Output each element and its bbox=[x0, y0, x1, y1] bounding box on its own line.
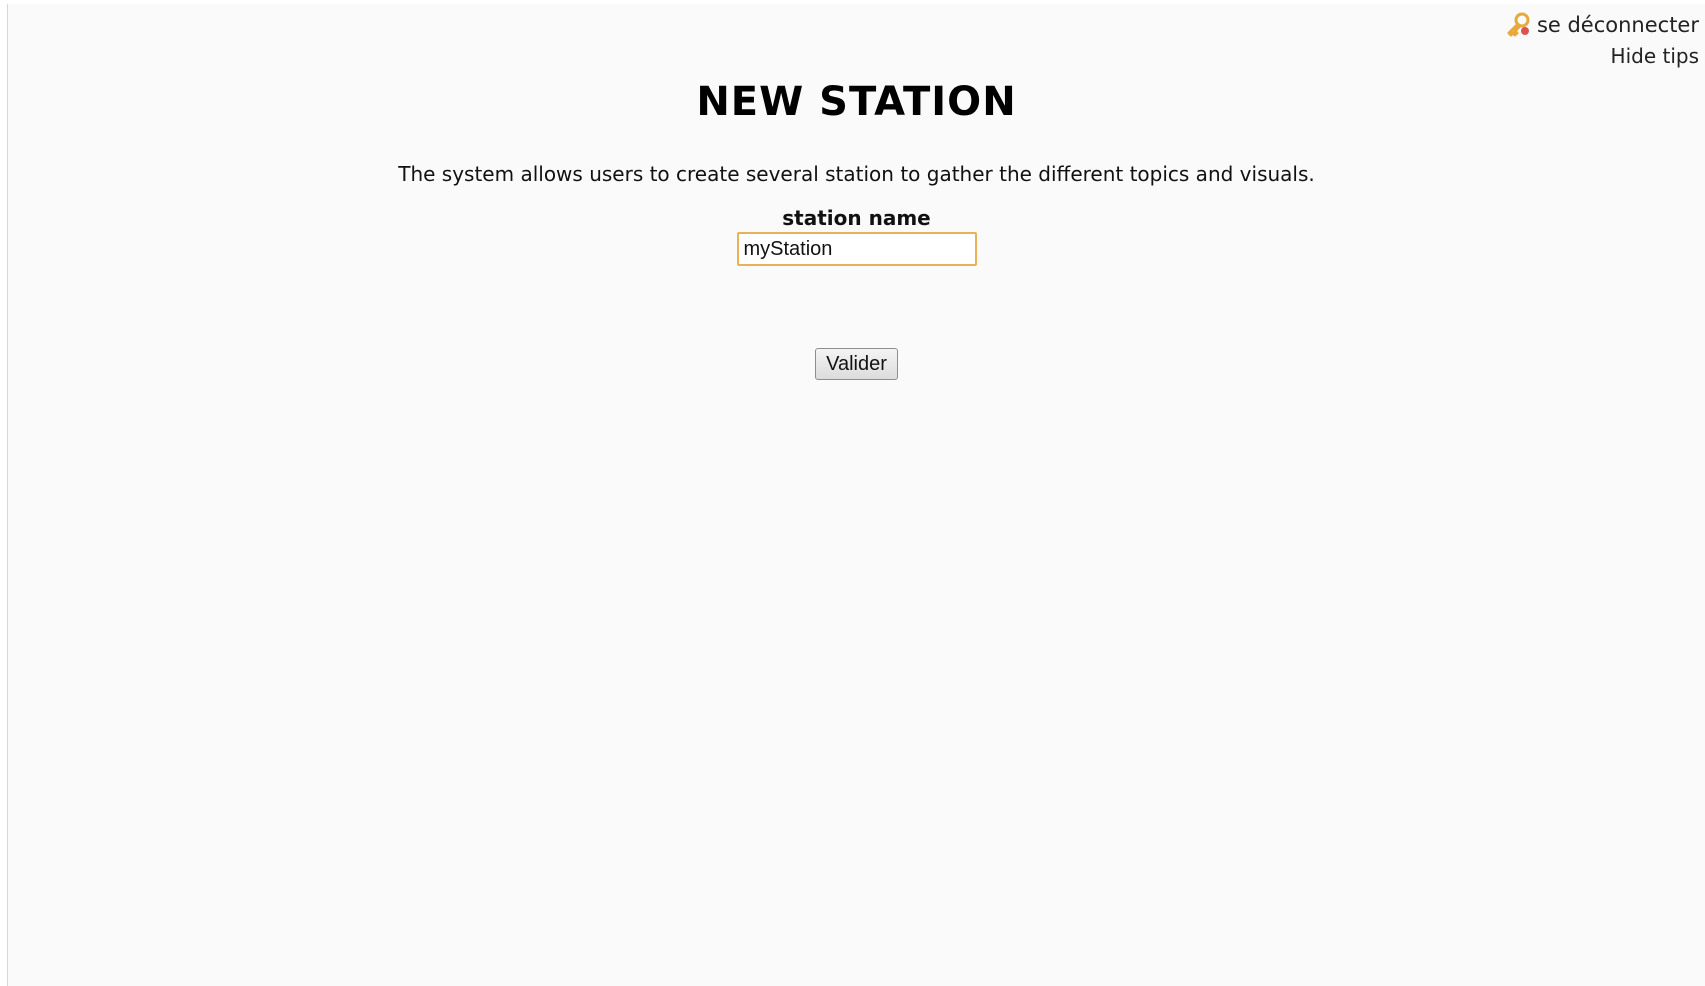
page-title: NEW STATION bbox=[696, 79, 1017, 125]
station-name-field-wrapper bbox=[8, 232, 1705, 266]
top-right-links: se déconnecter Hide tips bbox=[1505, 12, 1699, 68]
page-description: The system allows users to create severa… bbox=[398, 162, 1315, 186]
submit-button-wrapper: Valider bbox=[8, 348, 1705, 380]
station-name-label: station name bbox=[782, 206, 931, 230]
logout-link[interactable]: se déconnecter bbox=[1505, 12, 1699, 38]
page-container: se déconnecter Hide tips NEW STATION The… bbox=[7, 4, 1705, 986]
key-icon bbox=[1505, 12, 1531, 38]
station-name-input[interactable] bbox=[736, 232, 977, 266]
logout-label: se déconnecter bbox=[1536, 13, 1699, 37]
hide-tips-link[interactable]: Hide tips bbox=[1505, 44, 1699, 68]
submit-button[interactable]: Valider bbox=[815, 348, 898, 380]
